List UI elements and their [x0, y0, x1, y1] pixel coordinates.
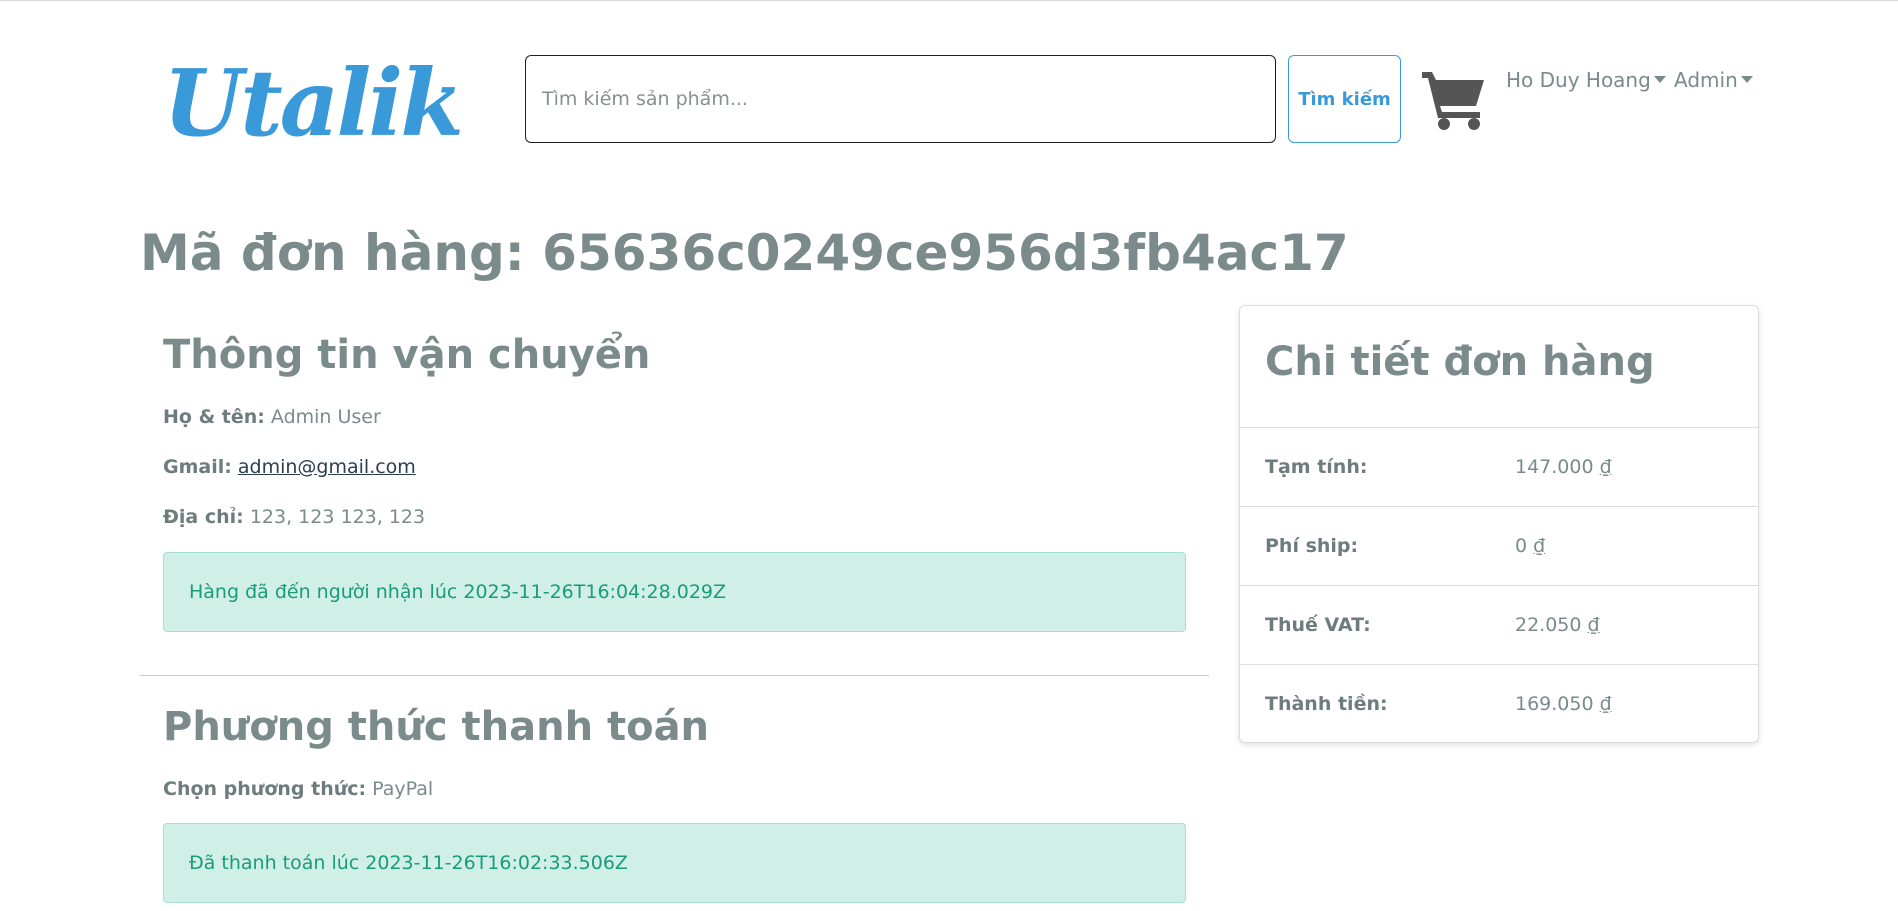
email-label: Gmail: — [163, 456, 232, 478]
chevron-down-icon — [1653, 76, 1666, 83]
payment-heading: Phương thức thanh toán — [163, 704, 710, 750]
method-label: Chọn phương thức: — [163, 778, 367, 800]
summary-row-shipping: Phí ship: 0 ₫ — [1240, 506, 1758, 585]
shipping-email-line: Gmail: admin@gmail.com — [163, 454, 1163, 480]
order-id-title: Mã đơn hàng: 65636c0249ce956d3fb4ac17 — [140, 224, 1349, 282]
admin-menu-label: Admin — [1674, 68, 1738, 92]
shipping-fee-value: 0 ₫ — [1515, 535, 1546, 557]
paid-alert: Đã thanh toán lúc 2023-11-26T16:02:33.50… — [163, 823, 1186, 903]
search-button[interactable]: Tìm kiếm — [1288, 55, 1401, 143]
total-label: Thành tiền: — [1265, 693, 1388, 715]
method-value: PayPal — [372, 778, 434, 800]
user-menu-dropdown[interactable]: Ho Duy Hoang — [1506, 68, 1666, 98]
name-value: Admin User — [270, 406, 381, 428]
top-border — [0, 0, 1898, 1]
section-divider — [140, 675, 1209, 676]
subtotal-value: 147.000 ₫ — [1515, 456, 1612, 478]
shopping-cart-icon[interactable] — [1420, 68, 1488, 130]
utalik-logo[interactable]: Utalik — [163, 52, 464, 154]
total-value: 169.050 ₫ — [1515, 693, 1612, 715]
summary-row-subtotal: Tạm tính: 147.000 ₫ — [1240, 427, 1758, 506]
summary-heading: Chi tiết đơn hàng — [1265, 339, 1655, 385]
shipping-fee-label: Phí ship: — [1265, 535, 1359, 557]
shipping-address-line: Địa chỉ: 123, 123 123, 123 — [163, 504, 1163, 530]
email-link[interactable]: admin@gmail.com — [238, 456, 416, 478]
chevron-down-icon — [1740, 76, 1753, 83]
summary-row-vat: Thuế VAT: 22.050 ₫ — [1240, 585, 1758, 664]
user-menu-label: Ho Duy Hoang — [1506, 68, 1651, 92]
delivered-alert: Hàng đã đến người nhận lúc 2023-11-26T16… — [163, 552, 1186, 632]
name-label: Họ & tên: — [163, 406, 265, 428]
shipping-heading: Thông tin vận chuyển — [163, 332, 651, 378]
subtotal-label: Tạm tính: — [1265, 456, 1368, 478]
admin-menu-dropdown[interactable]: Admin — [1674, 68, 1753, 98]
address-value: 123, 123 123, 123 — [249, 506, 426, 528]
address-label: Địa chỉ: — [163, 506, 244, 528]
shipping-name-line: Họ & tên: Admin User — [163, 404, 1163, 430]
order-summary-card: Chi tiết đơn hàng Tạm tính: 147.000 ₫ Ph… — [1239, 305, 1759, 743]
payment-method-line: Chọn phương thức: PayPal — [163, 776, 1163, 802]
search-input[interactable] — [525, 55, 1276, 143]
vat-value: 22.050 ₫ — [1515, 614, 1600, 636]
summary-row-total: Thành tiền: 169.050 ₫ — [1240, 664, 1758, 742]
vat-label: Thuế VAT: — [1265, 614, 1371, 636]
